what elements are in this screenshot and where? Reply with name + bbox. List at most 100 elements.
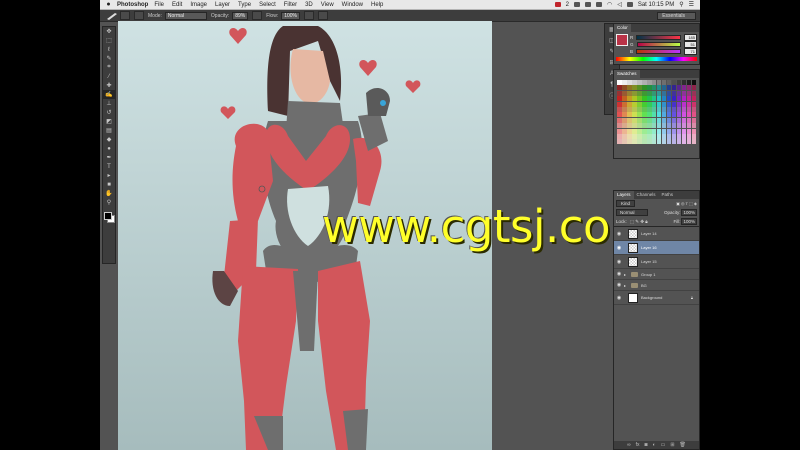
swatch[interactable] xyxy=(651,139,657,145)
layer-row[interactable]: ◉ ▸ Group 1 xyxy=(614,269,699,280)
volume-icon[interactable]: ◁ xyxy=(617,1,622,8)
path-select-icon[interactable]: ▸ xyxy=(103,171,115,180)
swatch[interactable] xyxy=(671,128,677,134)
adjustment-layer-icon[interactable]: ◐ xyxy=(653,442,656,448)
swatch[interactable] xyxy=(656,112,662,118)
gradient-icon[interactable]: ▤ xyxy=(103,126,115,135)
swatch[interactable] xyxy=(621,80,627,85)
swatch[interactable] xyxy=(636,106,642,112)
apple-icon[interactable]: ● xyxy=(104,1,113,8)
swatch[interactable] xyxy=(666,96,672,102)
swatch[interactable] xyxy=(661,139,667,145)
swatch[interactable] xyxy=(651,112,657,118)
pressure-opacity-icon[interactable] xyxy=(252,11,263,20)
swatch[interactable] xyxy=(656,128,662,134)
lock-icons[interactable]: ⬚ ✎ ✥ 🔒︎ xyxy=(630,219,648,225)
swatch[interactable] xyxy=(641,133,647,139)
delete-layer-icon[interactable]: 🗑︎ xyxy=(680,442,686,448)
swatch[interactable] xyxy=(686,80,692,85)
blend-mode-select[interactable]: Normal xyxy=(616,209,648,216)
swatch[interactable] xyxy=(666,123,672,129)
swatch[interactable] xyxy=(651,123,657,129)
pen-icon[interactable]: ✒ xyxy=(103,153,115,162)
swatch[interactable] xyxy=(631,106,637,112)
swatch[interactable] xyxy=(631,85,637,91)
swatch[interactable] xyxy=(646,96,652,102)
swatch[interactable] xyxy=(656,90,662,96)
swatch[interactable] xyxy=(686,96,692,102)
battery-icon[interactable] xyxy=(626,2,633,7)
kind-filter-select[interactable]: Kind xyxy=(616,200,636,207)
swatch[interactable] xyxy=(636,123,642,129)
opacity-field[interactable]: 89% xyxy=(232,11,249,20)
swatch[interactable] xyxy=(661,106,667,112)
swatch[interactable] xyxy=(671,112,677,118)
swatch[interactable] xyxy=(631,96,637,102)
swatch[interactable] xyxy=(636,139,642,145)
swatch[interactable] xyxy=(656,123,662,129)
swatch[interactable] xyxy=(671,123,677,129)
swatch[interactable] xyxy=(691,128,697,134)
swatch[interactable] xyxy=(651,133,657,139)
add-mask-icon[interactable]: ◙ xyxy=(645,442,648,448)
link-layers-icon[interactable]: ∞ xyxy=(627,442,631,448)
swatch[interactable] xyxy=(626,80,632,85)
green-value[interactable]: 51 xyxy=(684,41,697,48)
swatch[interactable] xyxy=(631,133,637,139)
blue-value[interactable]: 71 xyxy=(684,48,697,55)
swatch[interactable] xyxy=(656,133,662,139)
swatch[interactable] xyxy=(617,80,622,85)
swatch[interactable] xyxy=(666,139,672,145)
swatch[interactable] xyxy=(671,117,677,123)
move-icon[interactable]: ✥ xyxy=(103,27,115,36)
swatch[interactable] xyxy=(681,112,687,118)
visibility-eye-icon[interactable]: ◉ xyxy=(616,295,622,301)
swatch[interactable] xyxy=(636,85,642,91)
swatch[interactable] xyxy=(621,133,627,139)
swatch[interactable] xyxy=(646,85,652,91)
swatch[interactable] xyxy=(691,106,697,112)
swatch[interactable] xyxy=(686,101,692,107)
swatch[interactable] xyxy=(646,112,652,118)
lasso-icon[interactable]: ℓ xyxy=(103,45,115,54)
swatch[interactable] xyxy=(641,123,647,129)
type-icon[interactable]: T xyxy=(103,162,115,171)
swatch[interactable] xyxy=(631,101,637,107)
swatch[interactable] xyxy=(621,117,627,123)
swatch[interactable] xyxy=(681,90,687,96)
swatch[interactable] xyxy=(651,117,657,123)
swatch[interactable] xyxy=(631,123,637,129)
swatch[interactable] xyxy=(621,112,627,118)
menu-type[interactable]: Type xyxy=(238,2,251,8)
stamp-icon[interactable]: ⊥ xyxy=(103,99,115,108)
swatch[interactable] xyxy=(676,90,682,96)
visibility-eye-icon[interactable]: ◉ xyxy=(616,271,622,277)
visibility-eye-icon[interactable]: ◉ xyxy=(616,231,622,237)
menu-filter[interactable]: Filter xyxy=(284,2,297,8)
swatch[interactable] xyxy=(646,128,652,134)
layer-row[interactable]: ◉ Layer 15 xyxy=(614,255,699,269)
swatch[interactable] xyxy=(666,80,672,85)
blue-slider[interactable] xyxy=(636,49,681,54)
swatch[interactable] xyxy=(621,85,627,91)
tab-swatches[interactable]: Swatches xyxy=(614,70,640,78)
swatch[interactable] xyxy=(681,85,687,91)
swatch[interactable] xyxy=(626,123,632,129)
airbrush-icon[interactable] xyxy=(304,11,315,20)
swatch[interactable] xyxy=(691,85,697,91)
swatch[interactable] xyxy=(681,123,687,129)
swatch[interactable] xyxy=(666,128,672,134)
swatch[interactable] xyxy=(686,117,692,123)
swatch[interactable] xyxy=(641,128,647,134)
swatch[interactable] xyxy=(631,80,637,85)
swatch[interactable] xyxy=(666,112,672,118)
swatch[interactable] xyxy=(651,96,657,102)
swatch[interactable] xyxy=(661,101,667,107)
swatch[interactable] xyxy=(617,106,622,112)
visibility-eye-icon[interactable]: ◉ xyxy=(616,259,622,265)
shape-icon[interactable]: ■ xyxy=(103,180,115,189)
menu-select[interactable]: Select xyxy=(259,2,276,8)
swatch[interactable] xyxy=(626,90,632,96)
brush-preset-icon[interactable] xyxy=(104,11,120,20)
swatch[interactable] xyxy=(671,133,677,139)
